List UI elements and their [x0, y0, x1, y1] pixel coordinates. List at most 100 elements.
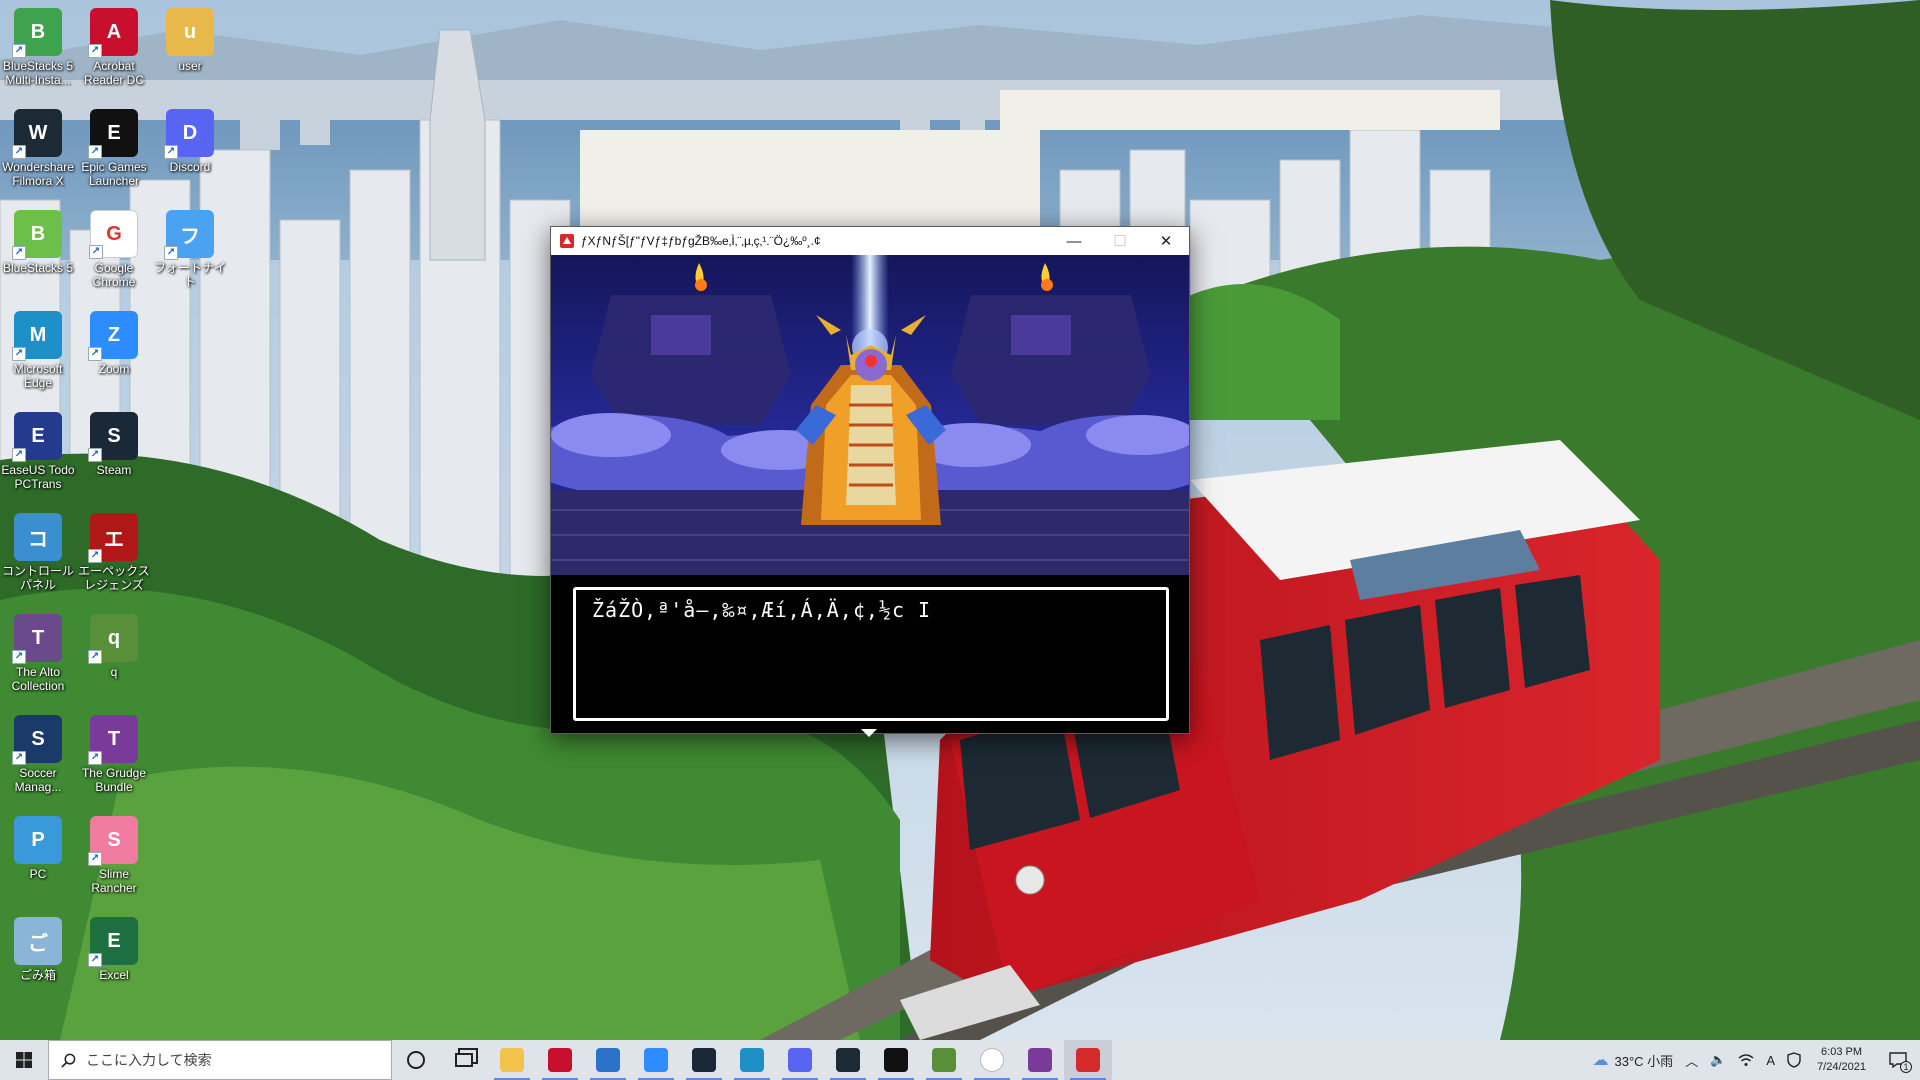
search-input[interactable]: [86, 1052, 356, 1068]
bluestacks-icon: B ↗: [12, 210, 62, 260]
desktop-icon[interactable]: u user: [152, 8, 228, 73]
game-window[interactable]: ƒXƒNƒŠ[ƒ"ƒVƒ‡ƒbƒgŽB‰e‚Ì‚¨‚µ‚ç‚¹.¨Ö¿‰º¸.¢…: [550, 226, 1190, 737]
desktop-icon[interactable]: E ↗ Excel: [76, 917, 152, 982]
show-hidden-icons-button[interactable]: ︿: [1679, 1040, 1704, 1080]
taskbar-app-game[interactable]: [1064, 1040, 1112, 1080]
search-icon: [61, 1053, 76, 1068]
taskbar-app-zoom[interactable]: [632, 1040, 680, 1080]
taskbar-search-box[interactable]: [48, 1040, 392, 1080]
system-tray: ☁ 33°C 小雨 ︿ 🔈 A 6:03 PM 7/24/2021 1: [1587, 1040, 1920, 1080]
ime-indicator[interactable]: A: [1760, 1040, 1781, 1080]
zoom-icon: Z ↗: [88, 311, 138, 361]
edge-icon: M ↗: [12, 311, 62, 361]
start-button[interactable]: [0, 1040, 48, 1080]
window-titlebar[interactable]: ƒXƒNƒŠ[ƒ"ƒVƒ‡ƒbƒgŽB‰e‚Ì‚¨‚µ‚ç‚¹.¨Ö¿‰º¸.¢…: [551, 227, 1189, 255]
desktop-icon[interactable]: B ↗ BlueStacks 5 Multi-Insta...: [0, 8, 76, 87]
desktop-icon[interactable]: ごごみ箱: [0, 917, 76, 982]
close-button[interactable]: ✕: [1143, 227, 1189, 255]
game-screen[interactable]: [551, 255, 1189, 575]
winrar-icon: T ↗: [88, 715, 138, 765]
volume-button[interactable]: 🔈: [1704, 1040, 1732, 1080]
taskbar-app-steam[interactable]: [680, 1040, 728, 1080]
taskbar-app-chrome[interactable]: [968, 1040, 1016, 1080]
clock-date: 7/24/2021: [1817, 1061, 1866, 1073]
window-title: ƒXƒNƒŠ[ƒ"ƒVƒ‡ƒbƒgŽB‰e‚Ì‚¨‚µ‚ç‚¹.¨Ö¿‰º¸.¢: [581, 234, 821, 248]
taskbar-clock[interactable]: 6:03 PM 7/24/2021: [1807, 1045, 1876, 1075]
filmora-icon: [836, 1048, 860, 1072]
shortcut-arrow-icon: ↗: [12, 751, 26, 765]
taskbar-app-discord[interactable]: [776, 1040, 824, 1080]
taskbar-app-edge[interactable]: [728, 1040, 776, 1080]
desktop-icon-label: Google Chrome: [92, 261, 136, 289]
discord-icon: D ↗: [164, 109, 214, 159]
desktop-icon[interactable]: B ↗ BlueStacks 5: [0, 210, 76, 275]
dialog-advance-arrow-icon: [861, 729, 877, 737]
taskbar-app-mail[interactable]: [584, 1040, 632, 1080]
winrar-icon: [1028, 1048, 1052, 1072]
desktop-icon[interactable]: W ↗ Wondershare Filmora X: [0, 109, 76, 188]
cortana-icon: [407, 1051, 425, 1069]
desktop-icon-label: Wondershare Filmora X: [2, 160, 74, 188]
shortcut-arrow-icon: ↗: [164, 145, 178, 159]
taskbar-app-filmora[interactable]: [824, 1040, 872, 1080]
desktop-icon[interactable]: D ↗ Discord: [152, 109, 228, 174]
taskbar-app-task-view[interactable]: [440, 1040, 488, 1080]
acrobat-icon: A ↗: [88, 8, 138, 58]
desktop-icon[interactable]: ココントロール パネル: [0, 513, 76, 592]
desktop-icon-label: Epic Games Launcher: [81, 160, 147, 188]
taskbar-app-winrar[interactable]: [1016, 1040, 1064, 1080]
desktop-icon[interactable]: M ↗ Microsoft Edge: [0, 311, 76, 390]
network-button[interactable]: [1732, 1040, 1760, 1080]
mail-icon: [596, 1048, 620, 1072]
taskbar-app-cortana[interactable]: [392, 1040, 440, 1080]
desktop-icon[interactable]: E ↗ EaseUS Todo PCTrans: [0, 412, 76, 491]
pc-icon: P: [14, 816, 62, 864]
dialog-text: ŽáŽÒ‚ª'å–‚‰¤‚Æí‚Á‚Ä‚¢‚½c I: [592, 598, 932, 622]
discord-icon: [788, 1048, 812, 1072]
weather-widget[interactable]: ☁ 33°C 小雨: [1587, 1040, 1680, 1080]
desktop-icon[interactable]: S ↗ Soccer Manag...: [0, 715, 76, 794]
desktop-icon-label: PC: [29, 867, 47, 881]
chrome-icon: [980, 1048, 1004, 1072]
shortcut-arrow-icon: ↗: [12, 246, 26, 260]
fortnite-icon: フ ↗: [164, 210, 214, 260]
desktop-icon[interactable]: q ↗ q: [76, 614, 152, 679]
desktop-icon-label: Soccer Manag...: [14, 766, 62, 794]
weather-cloud-icon: ☁: [1592, 1052, 1609, 1069]
excel-icon: E ↗: [88, 917, 138, 967]
taskbar-app-minecraft[interactable]: [920, 1040, 968, 1080]
recycle-bin-icon: ご: [14, 917, 62, 965]
desktop-icon[interactable]: フ ↗ フォートナイト: [152, 210, 228, 289]
shortcut-arrow-icon: ↗: [88, 953, 102, 967]
wifi-icon: [1738, 1054, 1754, 1066]
minimize-button[interactable]: —: [1051, 227, 1097, 255]
desktop-icon-label: BlueStacks 5 Multi-Insta...: [2, 59, 74, 87]
slime-rancher-icon: S ↗: [88, 816, 138, 866]
security-button[interactable]: [1781, 1040, 1807, 1080]
folder-icon: [500, 1048, 524, 1072]
desktop-icon[interactable]: T ↗ The Alto Collection: [0, 614, 76, 693]
desktop-icon[interactable]: G ↗ Google Chrome: [76, 210, 152, 289]
taskbar-app-file-explorer[interactable]: [488, 1040, 536, 1080]
minecraft-icon: [932, 1048, 956, 1072]
desktop-icon[interactable]: P PC: [0, 816, 76, 881]
desktop-icon[interactable]: E ↗ Epic Games Launcher: [76, 109, 152, 188]
desktop-icon[interactable]: S ↗ Slime Rancher: [76, 816, 152, 895]
desktop-icon-label: Excel: [99, 968, 129, 982]
desktop-icon[interactable]: A ↗ Acrobat Reader DC: [76, 8, 152, 87]
dialog-box[interactable]: ŽáŽÒ‚ª'å–‚‰¤‚Æí‚Á‚Ä‚¢‚½c I: [573, 587, 1169, 721]
desktop-icon[interactable]: S ↗ Steam: [76, 412, 152, 477]
easeus-icon: E ↗: [12, 412, 62, 462]
desktop-icon[interactable]: Z ↗ Zoom: [76, 311, 152, 376]
epic-games-icon: E ↗: [88, 109, 138, 159]
action-center-button[interactable]: 1: [1876, 1040, 1920, 1080]
taskbar-apps: [392, 1040, 1112, 1080]
desktop-icon-label: EaseUS Todo PCTrans: [1, 463, 75, 491]
desktop-icon[interactable]: エ ↗ エーペックスレジェンズ: [76, 513, 152, 592]
desktop-icon[interactable]: T ↗ The Grudge Bundle: [76, 715, 152, 794]
taskbar-app-epic-games[interactable]: [872, 1040, 920, 1080]
maximize-button[interactable]: ☐: [1097, 227, 1143, 255]
shortcut-arrow-icon: ↗: [88, 751, 102, 765]
steam-icon: [692, 1048, 716, 1072]
taskbar-app-acrobat[interactable]: [536, 1040, 584, 1080]
